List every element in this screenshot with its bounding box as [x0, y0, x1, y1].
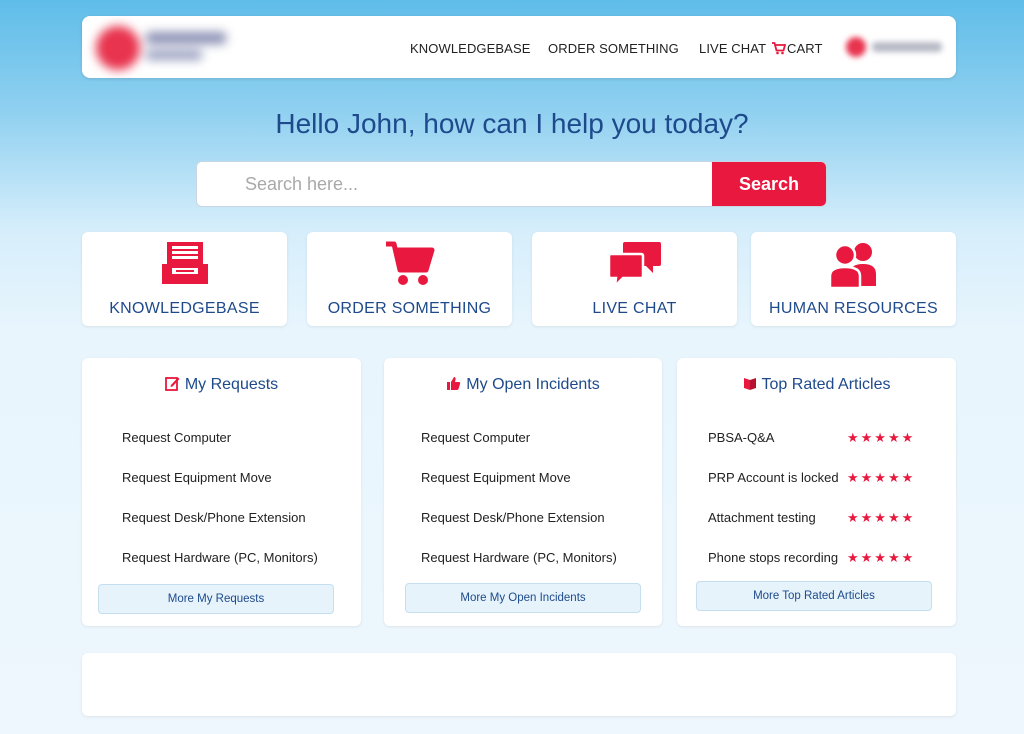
- card-title-text: My Open Incidents: [466, 376, 600, 393]
- list-item[interactable]: Request Computer: [421, 430, 530, 445]
- people-icon: [828, 243, 876, 290]
- shopping-cart-icon: [385, 241, 434, 285]
- tile-label: LIVE CHAT: [592, 300, 677, 317]
- list-item[interactable]: Request Computer: [122, 430, 231, 445]
- tile-label: KNOWLEDGEBASE: [109, 300, 260, 317]
- nav-cart[interactable]: CART: [787, 41, 823, 56]
- thumbs-up-icon: [447, 377, 461, 390]
- more-top-rated-articles-button[interactable]: More Top Rated Articles: [696, 581, 932, 611]
- tile-human-resources[interactable]: HUMAN RESOURCES: [751, 232, 956, 326]
- list-item[interactable]: Request Desk/Phone Extension: [421, 510, 605, 525]
- card-title: My Requests: [82, 376, 361, 394]
- my-open-incidents-card: My Open Incidents Request Computer Reque…: [384, 358, 662, 626]
- list-item[interactable]: Request Hardware (PC, Monitors): [122, 550, 318, 565]
- chat-bubbles-icon: [607, 242, 661, 290]
- card-title: Top Rated Articles: [677, 376, 956, 394]
- nav-live-chat[interactable]: LIVE CHAT: [699, 41, 766, 56]
- more-open-incidents-button[interactable]: More My Open Incidents: [405, 583, 641, 613]
- my-requests-card: My Requests Request Computer Request Equ…: [82, 358, 361, 626]
- rating-stars: ★★★★★: [847, 430, 916, 445]
- list-item[interactable]: Request Hardware (PC, Monitors): [421, 550, 617, 565]
- company-logo[interactable]: [88, 18, 236, 76]
- cart-icon[interactable]: [772, 42, 786, 55]
- article-link[interactable]: Phone stops recording: [708, 550, 838, 565]
- rating-stars: ★★★★★: [847, 470, 916, 485]
- rating-stars: ★★★★★: [847, 510, 916, 525]
- search-bar: Search: [196, 161, 827, 207]
- card-title-text: My Requests: [184, 376, 279, 393]
- avatar[interactable]: [846, 37, 866, 57]
- card-title-text: Top Rated Articles: [761, 376, 891, 393]
- search-input[interactable]: [197, 162, 713, 206]
- archive-tray-icon: [161, 242, 208, 284]
- page-title: Hello John, how can I help you today?: [275, 108, 749, 139]
- rating-stars: ★★★★★: [847, 550, 916, 565]
- tile-label: HUMAN RESOURCES: [769, 300, 938, 317]
- nav-knowledgebase[interactable]: KNOWLEDGEBASE: [410, 41, 531, 56]
- list-item[interactable]: Request Equipment Move: [122, 470, 272, 485]
- tile-label: ORDER SOMETHING: [327, 300, 492, 317]
- more-my-requests-button[interactable]: More My Requests: [98, 584, 334, 614]
- user-name-blurred[interactable]: [872, 42, 942, 52]
- top-rated-articles-card: Top Rated Articles PBSA-Q&A ★★★★★ PRP Ac…: [677, 358, 956, 626]
- book-icon: [743, 378, 756, 390]
- article-link[interactable]: Attachment testing: [708, 510, 816, 525]
- edit-icon: [164, 377, 180, 391]
- article-link[interactable]: PRP Account is locked: [708, 470, 839, 485]
- article-link[interactable]: PBSA-Q&A: [708, 430, 774, 445]
- tile-knowledgebase[interactable]: KNOWLEDGEBASE: [82, 232, 287, 326]
- bottom-panel: [82, 653, 956, 716]
- search-button[interactable]: Search: [712, 162, 826, 206]
- nav-order-something[interactable]: ORDER SOMETHING: [548, 41, 679, 56]
- card-title: My Open Incidents: [384, 376, 662, 394]
- list-item[interactable]: Request Equipment Move: [421, 470, 571, 485]
- tile-order-something[interactable]: ORDER SOMETHING: [307, 232, 512, 326]
- tile-live-chat[interactable]: LIVE CHAT: [532, 232, 737, 326]
- list-item[interactable]: Request Desk/Phone Extension: [122, 510, 306, 525]
